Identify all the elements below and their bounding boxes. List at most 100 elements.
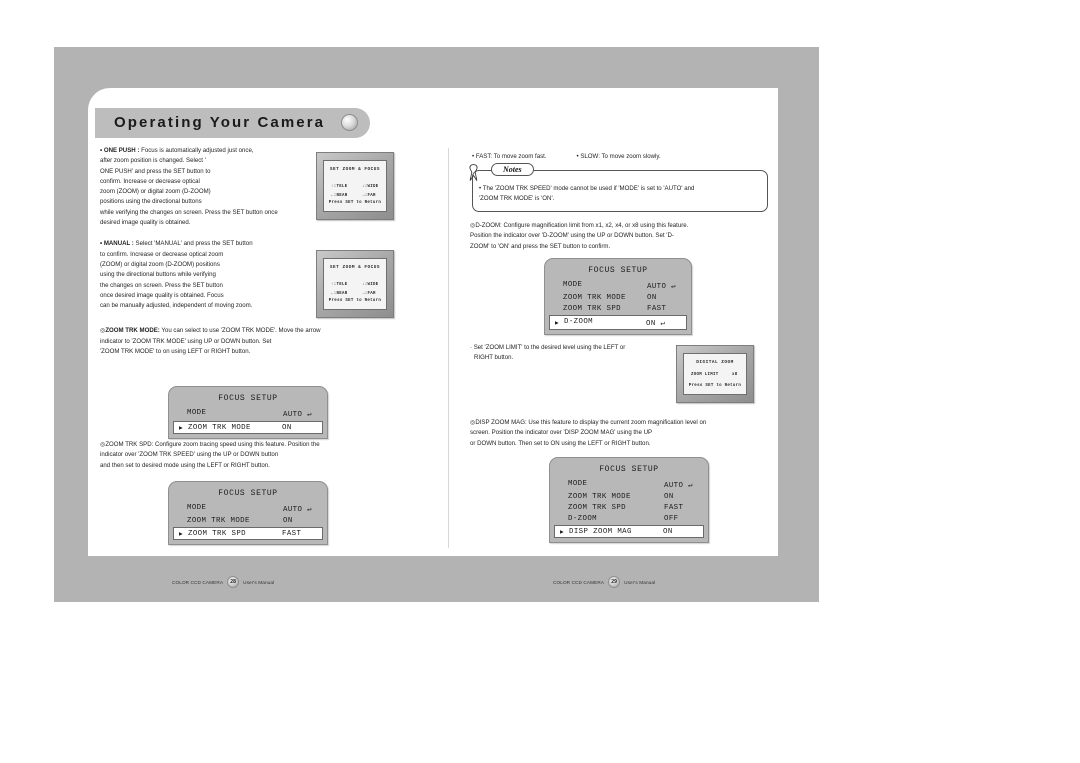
slow-label: • SLOW:: [576, 153, 600, 160]
menu-row-value: AUTO ↵: [283, 410, 313, 419]
menu-row-label: ZOOM TRK MODE: [188, 423, 251, 432]
selection-arrow-icon: ▶: [179, 424, 184, 431]
footer-right: COLOR CCD CAMERA 29 User's Manual: [553, 576, 655, 588]
menu-row-label: ZOOM TRK SPD: [568, 503, 627, 512]
fast-item: • FAST: To move zoom fast.: [472, 152, 547, 162]
slow-text: To move zoom slowly.: [601, 153, 661, 160]
menu-row-zoom-trk-spd[interactable]: ZOOM TRK SPD FAST: [550, 502, 708, 513]
page-number-badge: 29: [608, 576, 621, 588]
menu-title: FOCUS SETUP: [588, 266, 648, 275]
d-zoom-label: D-ZOOM:: [475, 222, 502, 229]
osd-footer: Press SET to Return: [328, 299, 382, 303]
fast-label: • FAST:: [472, 153, 493, 160]
menu-row-zoom-trk-spd[interactable]: ZOOM TRK SPD FAST: [545, 303, 691, 314]
menu-row-zoom-trk-mode[interactable]: ZOOM TRK MODE ON: [545, 292, 691, 303]
osd-digital-zoom: DIGITAL ZOOM ZOOM LIMIT x8 Press SET to …: [676, 345, 754, 403]
menu-row-label: MODE: [568, 479, 588, 488]
menu-row-label: D-ZOOM: [564, 317, 594, 326]
manual-label: • MANUAL :: [100, 240, 134, 248]
page-header-bar: Operating Your Camera: [95, 108, 370, 138]
focus-setup-menu-3[interactable]: FOCUS SETUP MODE AUTO ↵ ZOOM TRK MODE ON…: [544, 258, 692, 335]
osd-set-zoom-focus-2: SET ZOOM & FOCUS ↑:TELE ↓:WIDE ←:NEAR →:…: [316, 250, 394, 318]
selection-arrow-icon: ▶: [179, 530, 184, 537]
menu-row-zoom-trk-spd[interactable]: ▶ ZOOM TRK SPD FAST: [173, 527, 323, 540]
menu-row-value: ON: [663, 527, 673, 536]
menu-row-disp-zoom-mag[interactable]: ▶ DISP ZOOM MAG ON: [554, 525, 704, 538]
disp-zoom-mag-section: ◎DISP ZOOM MAG: Use this feature to disp…: [470, 418, 788, 449]
zoom-trk-mode-section: ◎ZOOM TRK MODE: You can select to use 'Z…: [100, 326, 415, 357]
menu-row-value: ON: [647, 293, 657, 302]
notes-line-1: 'ZOOM TRK MODE' is 'ON'.: [479, 195, 555, 203]
manual-line-0: Select 'MANUAL' and press the SET button: [135, 240, 253, 248]
osd-inner-screen: SET ZOOM & FOCUS ↑:TELE ↓:WIDE ←:NEAR →:…: [323, 258, 387, 310]
zoom-trk-spd-line-2: and then set to desired mode using the L…: [100, 461, 270, 469]
zoom-limit-note-line-1: RIGHT button.: [474, 354, 514, 362]
menu-row-value: AUTO ↵: [647, 282, 677, 291]
one-push-line-0: Focus is automatically adjusted just onc…: [141, 147, 254, 154]
focus-setup-menu-1[interactable]: FOCUS SETUP MODE AUTO ↵ ▶ ZOOM TRK MODE …: [168, 386, 328, 439]
menu-row-label: DISP ZOOM MAG: [569, 527, 632, 536]
osd-title: SET ZOOM & FOCUS: [329, 265, 381, 270]
d-zoom-line-0: Configure magnification limit from x1, x…: [503, 222, 689, 229]
menu-row-value: ON: [283, 516, 293, 525]
menu-row-value: AUTO ↵: [664, 481, 694, 490]
menu-row-d-zoom[interactable]: D-ZOOM OFF: [550, 513, 708, 524]
zoom-trk-spd-line-0: Configure zoom tracing speed using this …: [155, 441, 320, 448]
osd-row-tele: ↑:TELE: [331, 283, 348, 287]
notes-body: • The 'ZOOM TRK SPEED' mode cannot be us…: [479, 184, 761, 205]
footer-brand: COLOR CCD CAMERA: [553, 579, 605, 585]
menu-title: FOCUS SETUP: [599, 465, 659, 474]
menu-row-value: ON ↵: [646, 319, 666, 328]
menu-row-zoom-trk-mode[interactable]: ZOOM TRK MODE ON: [550, 491, 708, 502]
osd-zoom-limit-label: ZOOM LIMIT: [691, 373, 719, 377]
d-zoom-section: ◎D-ZOOM: Configure magnification limit f…: [470, 221, 788, 252]
menu-row-mode[interactable]: MODE AUTO ↵: [545, 279, 691, 292]
push-pin-icon: [469, 164, 478, 181]
osd-footer: Press SET to Return: [688, 384, 742, 388]
zoom-limit-note-line-0: · Set 'ZOOM LIMIT' to the desired level …: [470, 344, 626, 351]
osd-footer: Press SET to Return: [328, 201, 382, 205]
menu-row-d-zoom[interactable]: ▶ D-ZOOM ON ↵: [549, 315, 687, 330]
osd-row-far: →:FAR: [362, 292, 376, 296]
menu-row-label: MODE: [187, 503, 207, 512]
menu-row-label: MODE: [563, 280, 583, 289]
menu-row-zoom-trk-mode[interactable]: ZOOM TRK MODE ON: [169, 515, 327, 526]
focus-setup-menu-4[interactable]: FOCUS SETUP MODE AUTO ↵ ZOOM TRK MODE ON…: [549, 457, 709, 543]
selection-arrow-icon: ▶: [560, 528, 565, 535]
fast-slow-row: • FAST: To move zoom fast. • SLOW: To mo…: [472, 152, 790, 162]
menu-row-mode[interactable]: MODE AUTO ↵: [169, 502, 327, 515]
manual-page: Operating Your Camera • ONE PUSH : Focus…: [0, 0, 1080, 763]
menu-row-label: D-ZOOM: [568, 514, 598, 523]
d-zoom-line-1: Position the indicator over 'D-ZOOM' usi…: [470, 232, 674, 240]
menu-row-label: ZOOM TRK MODE: [187, 516, 250, 525]
fast-text: To move zoom fast.: [493, 153, 547, 160]
osd-inner-screen: DIGITAL ZOOM ZOOM LIMIT x8 Press SET to …: [683, 353, 747, 395]
focus-setup-menu-2[interactable]: FOCUS SETUP MODE AUTO ↵ ZOOM TRK MODE ON…: [168, 481, 328, 545]
zoom-trk-spd-line-1: indicator over 'ZOOM TRK SPEED' using th…: [100, 451, 279, 459]
osd-row-wide: ↓:WIDE: [362, 283, 379, 287]
zoom-trk-mode-line-2: 'ZOOM TRK MODE' to on using LEFT or RIGH…: [100, 348, 251, 356]
osd-title: SET ZOOM & FOCUS: [329, 167, 381, 172]
osd-zoom-limit-value: x8: [732, 373, 738, 377]
page-title: Operating Your Camera: [114, 114, 326, 131]
menu-row-label: ZOOM TRK MODE: [563, 293, 626, 302]
menu-row-zoom-trk-mode[interactable]: ▶ ZOOM TRK MODE ON: [173, 421, 323, 434]
zoom-trk-mode-line-0: You can select to use 'ZOOM TRK MODE'. M…: [161, 327, 321, 335]
footer-left: COLOR CCD CAMERA 28 User's Manual: [172, 576, 274, 588]
zoom-trk-spd-label: ZOOM TRK SPD:: [105, 441, 154, 448]
d-zoom-line-2: ZOOM' to 'ON' and press the SET button t…: [470, 242, 611, 250]
footer-manual-label: User's Manual: [243, 579, 275, 585]
menu-row-value: FAST: [282, 529, 302, 538]
osd-title: DIGITAL ZOOM: [696, 360, 734, 365]
disp-zoom-mag-line-0: Use this feature to display the current …: [528, 419, 707, 426]
one-push-label: • ONE PUSH :: [100, 147, 140, 154]
menu-row-mode[interactable]: MODE AUTO ↵: [550, 478, 708, 491]
column-divider: [448, 148, 449, 548]
disp-zoom-mag-line-1: screen. Position the indicator over 'DIS…: [470, 429, 653, 437]
menu-row-value: FAST: [664, 503, 684, 512]
disp-zoom-mag-line-2: or DOWN button. Then set to ON using the…: [470, 439, 651, 447]
menu-title: FOCUS SETUP: [218, 394, 278, 403]
menu-row-label: ZOOM TRK SPD: [563, 304, 622, 313]
zoom-trk-spd-section: ◎ZOOM TRK SPD: Configure zoom tracing sp…: [100, 440, 415, 471]
menu-row-mode[interactable]: MODE AUTO ↵: [169, 407, 327, 420]
